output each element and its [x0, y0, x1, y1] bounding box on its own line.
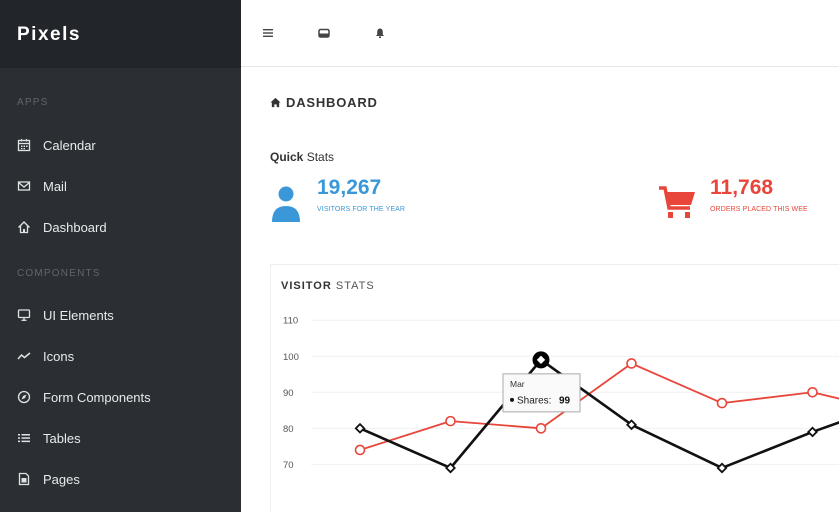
y-tick-label: 80	[283, 424, 294, 435]
home-icon	[17, 220, 31, 234]
cart-icon	[659, 186, 695, 218]
sidebar-item-form-components[interactable]: Form Components	[0, 377, 241, 417]
brand-logo[interactable]: Pixels	[0, 0, 241, 68]
bell-icon[interactable]	[369, 23, 391, 43]
stat-visitors: 19,267 VISITORS FOR THE YEAR	[270, 176, 405, 223]
monitor-icon	[17, 308, 31, 322]
list-icon	[17, 431, 31, 445]
sidebar-item-mail[interactable]: Mail	[0, 166, 241, 206]
quick-stats-title-bold: Quick	[270, 150, 304, 164]
sidebar-item-icons[interactable]: Icons	[0, 336, 241, 376]
data-point	[716, 462, 728, 474]
home-icon	[270, 97, 281, 108]
page-icon	[17, 472, 31, 486]
inbox-icon[interactable]	[313, 23, 335, 43]
y-tick-label: 100	[283, 352, 299, 363]
stat-visitors-label: VISITORS FOR THE YEAR	[317, 206, 406, 213]
sidebar-item-tables[interactable]: Tables	[0, 418, 241, 458]
stat-orders-label: ORDERS PLACED THIS WEE	[710, 206, 808, 213]
sidebar-item-label: Icons	[43, 348, 75, 364]
sidebar-item-label: Tables	[43, 430, 81, 446]
series-line-1	[359, 358, 839, 470]
quick-stats-title: Quick Stats	[270, 150, 334, 164]
main-content: DASHBOARD Quick Stats 19,267 VISITORS FO…	[241, 67, 839, 512]
sidebar-item-label: Dashboard	[43, 219, 107, 235]
series-line-0	[359, 362, 839, 451]
menu-icon[interactable]	[257, 23, 279, 43]
trend-line-icon	[17, 349, 31, 363]
sidebar-section-components: COMPONENTS	[17, 268, 101, 279]
top-toolbar	[241, 0, 839, 67]
page-title: DASHBOARD	[270, 95, 378, 110]
sidebar-item-label: Mail	[43, 178, 67, 194]
mail-icon	[17, 179, 31, 193]
data-point	[716, 397, 728, 409]
sidebar-item-pages[interactable]: Pages	[0, 459, 241, 499]
sidebar-item-label: UI Elements	[43, 307, 114, 323]
sidebar-item-label: Form Components	[43, 389, 151, 405]
data-point	[445, 415, 456, 427]
tooltip-category: Mar	[510, 379, 525, 389]
data-point	[535, 423, 547, 434]
visitor-stats-panel: VISITOR STATS 70 80 90 100 110 Mar Shares: 99	[270, 264, 839, 512]
data-point	[807, 386, 818, 398]
compass-icon	[17, 390, 31, 404]
tooltip-bullet	[510, 397, 514, 402]
sidebar-item-label: Pages	[43, 471, 80, 487]
sidebar-item-ui-elements[interactable]: UI Elements	[0, 295, 241, 335]
stat-orders: 11,768 ORDERS PLACED THIS WEE	[658, 176, 808, 222]
sidebar-item-dashboard[interactable]: Dashboard	[0, 207, 241, 247]
sidebar-item-calendar[interactable]: Calendar	[0, 125, 241, 165]
tooltip-value: 99	[559, 395, 571, 406]
user-icon	[272, 186, 300, 222]
tooltip-label: Shares:	[517, 395, 551, 406]
data-point	[626, 358, 637, 369]
data-point	[807, 426, 818, 438]
y-tick-label: 90	[283, 388, 294, 399]
stat-orders-value: 11,768	[710, 176, 774, 199]
data-point	[354, 444, 366, 456]
y-tick-label: 110	[283, 316, 298, 327]
stat-visitors-value: 19,267	[317, 176, 382, 199]
page-title-text: DASHBOARD	[286, 95, 378, 110]
calendar-icon	[17, 138, 31, 152]
sidebar: Pixels APPS Calendar Mail Dashboard COMP…	[0, 0, 241, 512]
y-tick-label: 70	[283, 460, 294, 471]
visitor-stats-chart[interactable]: 70 80 90 100 110 Mar Shares: 99	[271, 265, 839, 512]
sidebar-item-label: Calendar	[43, 137, 96, 153]
quick-stats-title-rest: Stats	[303, 150, 335, 164]
data-point	[354, 422, 366, 434]
sidebar-section-apps: APPS	[17, 97, 49, 108]
